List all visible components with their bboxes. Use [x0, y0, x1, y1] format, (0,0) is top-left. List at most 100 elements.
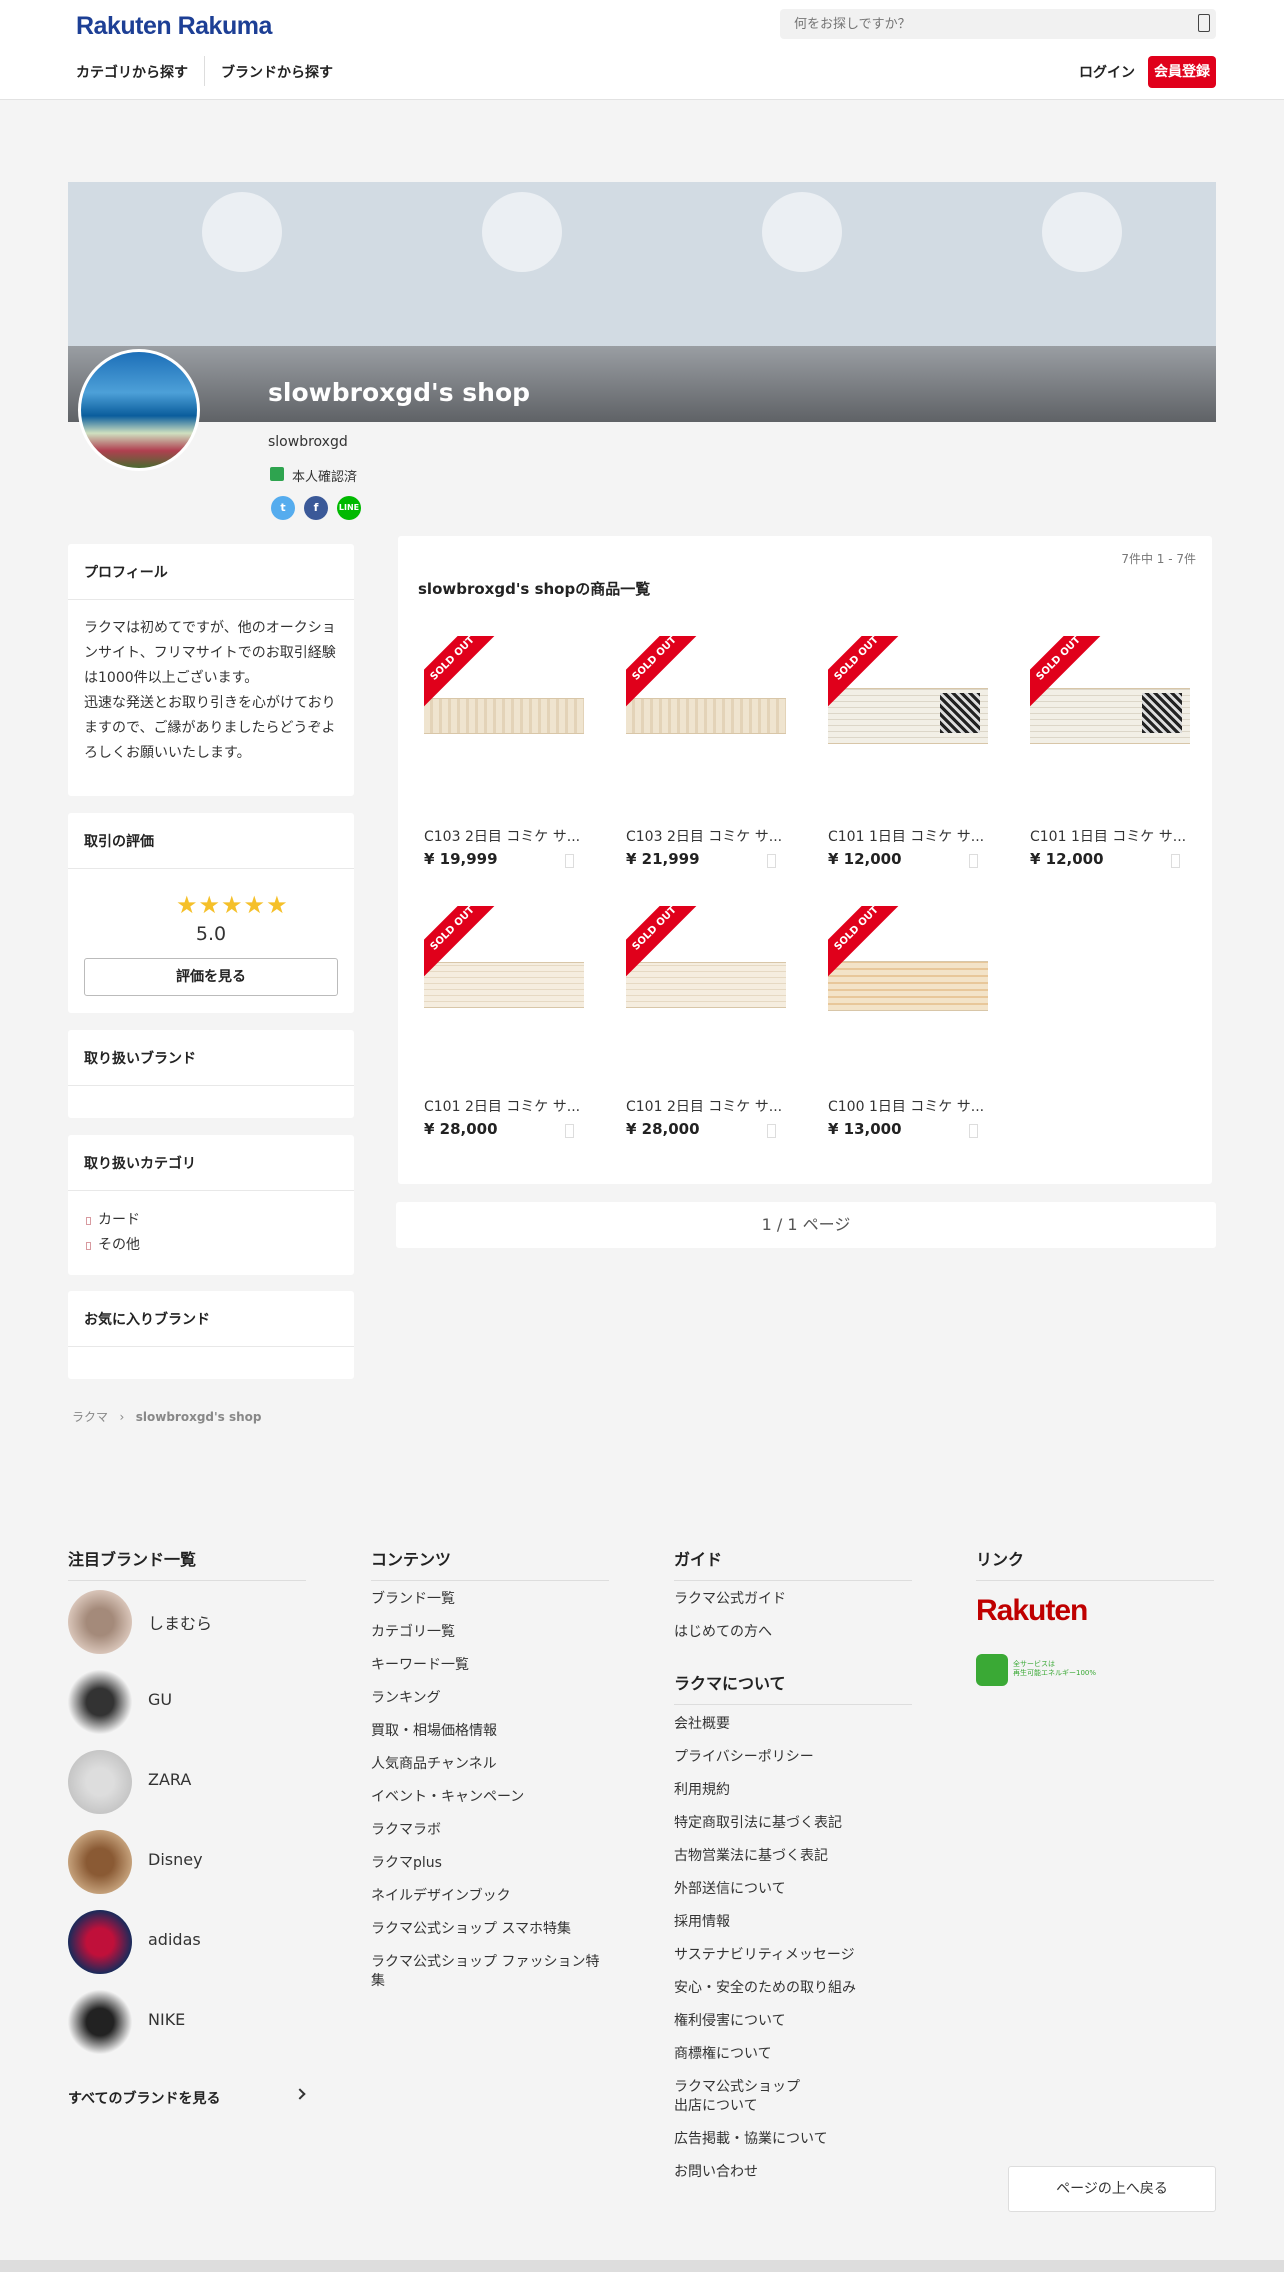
rakuma-logo[interactable]: Rakuten Rakuma — [76, 12, 272, 41]
footer-link[interactable]: 利用規約 — [674, 1781, 912, 1800]
banner-badge-icon — [1046, 196, 1118, 268]
item-price: ¥ 19,999 — [424, 850, 498, 868]
back-to-top-button[interactable]: ページの上へ戻る — [1008, 2166, 1216, 2212]
footer-link-heading: リンク — [976, 1546, 1214, 1581]
footer-link[interactable]: 古物営業法に基づく表記 — [674, 1847, 912, 1866]
item-name[interactable]: C100 1日目 コミケ サ... — [828, 1096, 988, 1116]
item-card[interactable]: SOLD OUT C101 2日目 コミケ サ... ¥ 28,000 — [424, 906, 584, 1146]
facebook-icon[interactable]: f — [304, 496, 328, 520]
footer-link[interactable]: 採用情報 — [674, 1913, 912, 1932]
like-icon[interactable] — [565, 1124, 574, 1138]
item-card[interactable]: SOLD OUT C101 1日目 コミケ サ... ¥ 12,000 — [1030, 636, 1190, 876]
item-price: ¥ 21,999 — [626, 850, 700, 868]
footer-link[interactable]: 広告掲載・協業について — [674, 2130, 912, 2149]
item-image[interactable]: SOLD OUT — [828, 636, 988, 796]
category-item[interactable]: カード — [84, 1209, 338, 1234]
all-brands-link[interactable]: すべてのブランドを見る — [68, 2088, 306, 2108]
footer-link[interactable]: 会社概要 — [674, 1715, 912, 1734]
sold-out-badge: SOLD OUT — [424, 636, 502, 708]
line-icon[interactable]: LINE — [337, 496, 361, 520]
footer-bar — [0, 2260, 1284, 2272]
footer-link[interactable]: 商標権について — [674, 2045, 912, 2064]
footer-link[interactable]: ランキング — [371, 1689, 609, 1708]
sold-out-badge: SOLD OUT — [626, 636, 704, 708]
footer-link[interactable]: 安心・安全のための取り組み — [674, 1979, 912, 1998]
fav-brands-heading: お気に入りブランド — [68, 1291, 354, 1347]
footer-link[interactable]: お問い合わせ — [674, 2163, 912, 2182]
brand-image — [68, 1590, 132, 1654]
view-reviews-button[interactable]: 評価を見る — [84, 958, 338, 996]
item-card[interactable]: SOLD OUT C101 1日目 コミケ サ... ¥ 12,000 — [828, 636, 988, 876]
brands-panel: 取り扱いブランド — [68, 1030, 354, 1118]
rakuten-logo[interactable]: Rakuten — [976, 1594, 1088, 1628]
item-card[interactable]: SOLD OUT C100 1日目 コミケ サ... ¥ 13,000 — [828, 906, 988, 1146]
item-image[interactable]: SOLD OUT — [626, 636, 786, 796]
item-name[interactable]: C101 2日目 コミケ サ... — [424, 1096, 584, 1116]
footer-link[interactable]: サステナビリティメッセージ — [674, 1946, 912, 1965]
item-name[interactable]: C101 1日目 コミケ サ... — [1030, 826, 1190, 846]
footer-link[interactable]: ラクマ公式ショップ スマホ特集 — [371, 1920, 609, 1939]
register-button[interactable]: 会員登録 — [1148, 56, 1216, 88]
nav-brand[interactable]: ブランドから探す — [221, 62, 333, 82]
star-rating-icon: ★★★★★ — [176, 891, 289, 919]
item-name[interactable]: C101 1日目 コミケ サ... — [828, 826, 988, 846]
twitter-icon[interactable]: t — [271, 496, 295, 520]
item-image[interactable]: SOLD OUT — [1030, 636, 1190, 796]
like-icon[interactable] — [969, 854, 978, 868]
breadcrumb-separator-icon: › — [111, 1410, 132, 1424]
verified-label: 本人確認済 — [292, 470, 358, 485]
footer-link[interactable]: 権利侵害について — [674, 2012, 912, 2031]
like-icon[interactable] — [767, 854, 776, 868]
breadcrumb-item[interactable]: ラクマ — [72, 1410, 108, 1424]
search-input[interactable] — [780, 9, 1216, 39]
items-title: slowbroxgd's shopの商品一覧 — [418, 580, 651, 598]
shop-banner — [68, 182, 1216, 422]
footer-link[interactable]: 人気商品チャンネル — [371, 1755, 609, 1774]
item-image[interactable]: SOLD OUT — [424, 906, 584, 1066]
search-icon[interactable] — [1198, 14, 1210, 32]
nav-category[interactable]: カテゴリから探す — [76, 62, 188, 82]
item-image[interactable]: SOLD OUT — [828, 906, 988, 1066]
bullet-icon — [86, 1217, 91, 1225]
footer-link[interactable]: キーワード一覧 — [371, 1656, 609, 1675]
footer-link[interactable]: イベント・キャンペーン — [371, 1788, 609, 1807]
like-icon[interactable] — [565, 854, 574, 868]
breadcrumb: ラクマ › slowbroxgd's shop — [72, 1408, 262, 1425]
like-icon[interactable] — [767, 1124, 776, 1138]
footer-link[interactable]: ラクマplus — [371, 1854, 609, 1873]
footer-link[interactable]: ラクマ公式ガイド — [674, 1590, 912, 1609]
footer-link[interactable]: はじめての方へ — [674, 1623, 912, 1642]
brand-image — [68, 1670, 132, 1734]
item-card[interactable]: SOLD OUT C103 2日目 コミケ サ... ¥ 19,999 — [424, 636, 584, 876]
item-name[interactable]: C101 2日目 コミケ サ... — [626, 1096, 786, 1116]
item-card[interactable]: SOLD OUT C101 2日目 コミケ サ... ¥ 28,000 — [626, 906, 786, 1146]
item-image[interactable]: SOLD OUT — [626, 906, 786, 1066]
item-price: ¥ 13,000 — [828, 1120, 902, 1138]
footer-link[interactable]: ラクマラボ — [371, 1821, 609, 1840]
footer-link[interactable]: カテゴリ一覧 — [371, 1623, 609, 1642]
like-icon[interactable] — [969, 1124, 978, 1138]
footer-link[interactable]: ブランド一覧 — [371, 1590, 609, 1609]
footer-link[interactable]: 特定商取引法に基づく表記 — [674, 1814, 912, 1833]
category-item[interactable]: その他 — [84, 1234, 338, 1259]
item-name[interactable]: C103 2日目 コミケ サ... — [626, 826, 786, 846]
footer-link[interactable]: 買取・相場価格情報 — [371, 1722, 609, 1741]
banner-badge-icon — [766, 196, 838, 268]
footer-link[interactable]: 外部送信について — [674, 1880, 912, 1899]
item-card[interactable]: SOLD OUT C103 2日目 コミケ サ... ¥ 21,999 — [626, 636, 786, 876]
shop-username: slowbroxgd — [268, 434, 348, 450]
profile-heading: プロフィール — [68, 544, 354, 600]
banner-badge-icon — [206, 196, 278, 268]
footer-about-heading: ラクマについて — [674, 1670, 912, 1705]
footer-link[interactable]: ネイルデザインブック — [371, 1887, 609, 1906]
item-price: ¥ 28,000 — [424, 1120, 498, 1138]
footer-link[interactable]: プライバシーポリシー — [674, 1748, 912, 1767]
footer-link[interactable]: ラクマ公式ショップ 出店について — [674, 2078, 912, 2116]
item-name[interactable]: C103 2日目 コミケ サ... — [424, 826, 584, 846]
item-price: ¥ 12,000 — [1030, 850, 1104, 868]
item-image[interactable]: SOLD OUT — [424, 636, 584, 796]
footer-link[interactable]: ラクマ公式ショップ ファッション特集 — [371, 1953, 609, 1991]
qr-code-icon — [1142, 693, 1182, 733]
like-icon[interactable] — [1171, 854, 1180, 868]
login-link[interactable]: ログイン — [1079, 62, 1135, 82]
